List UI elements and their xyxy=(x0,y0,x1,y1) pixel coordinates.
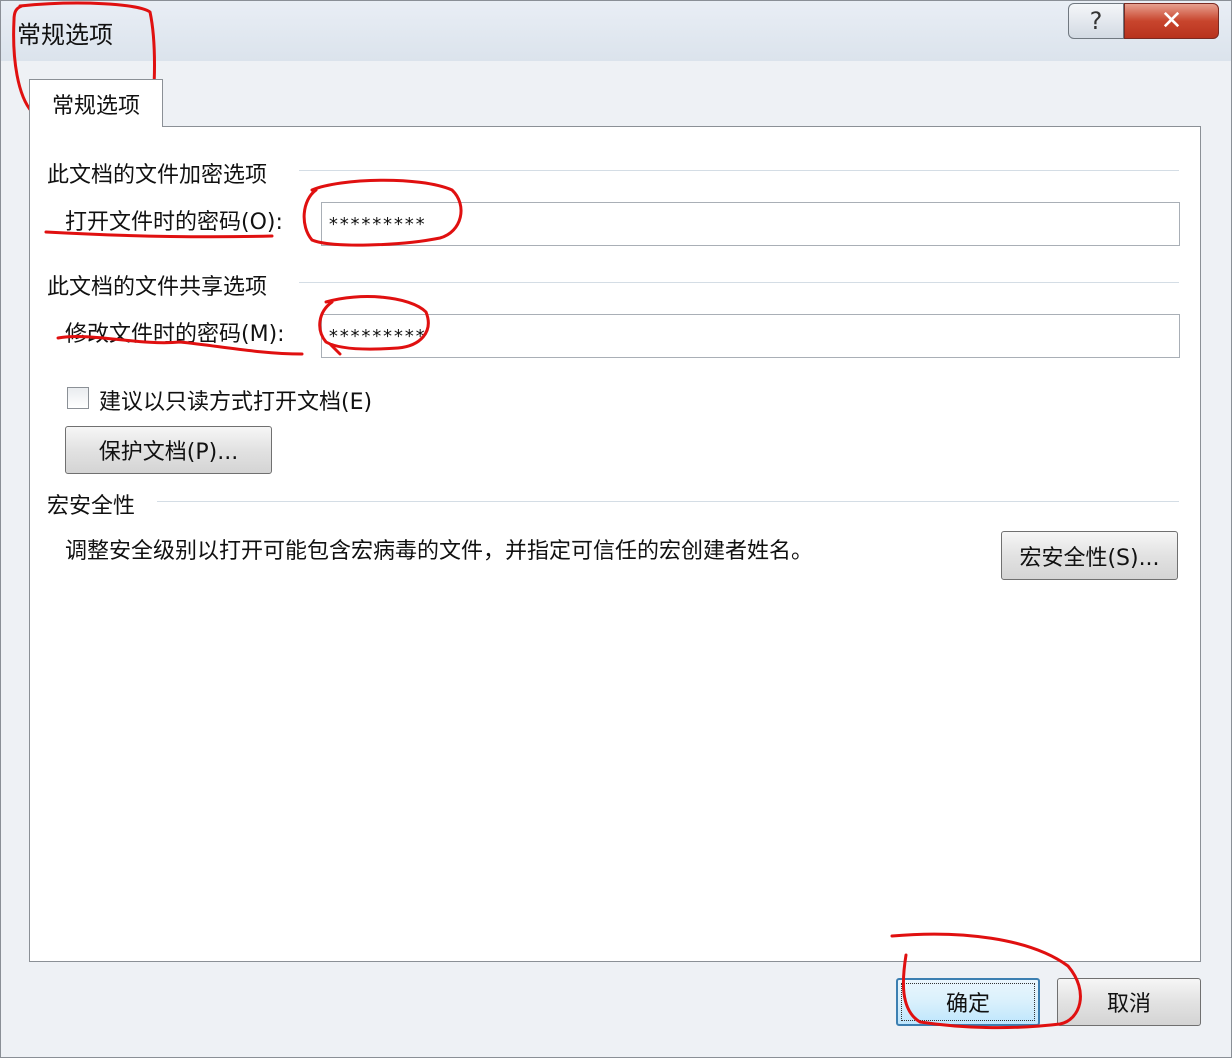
encryption-group-label: 此文档的文件加密选项 xyxy=(47,157,278,189)
modify-password-input[interactable] xyxy=(321,314,1180,358)
close-button[interactable]: ✕ xyxy=(1124,3,1219,39)
general-options-dialog: 常规选项 ? ✕ 常规选项 此文档的文件加密选项 打开文件时的密码(O): 此文… xyxy=(0,0,1232,1058)
dialog-title: 常规选项 xyxy=(17,21,113,49)
macro-security-button[interactable]: 宏安全性(S)... xyxy=(1001,531,1178,580)
macro-security-button-label: 宏安全性(S)... xyxy=(1019,545,1160,571)
open-password-input[interactable] xyxy=(321,202,1180,246)
close-icon: ✕ xyxy=(1160,6,1183,36)
sharing-group-divider xyxy=(299,282,1179,283)
help-icon: ? xyxy=(1089,7,1103,35)
ok-button[interactable]: 确定 xyxy=(896,978,1040,1026)
protect-document-button-label: 保护文档(P)... xyxy=(98,440,239,465)
modify-password-label: 修改文件时的密码(M): xyxy=(65,322,285,347)
macro-group-divider xyxy=(157,501,1179,502)
encryption-group-divider xyxy=(299,170,1179,171)
cancel-button[interactable]: 取消 xyxy=(1057,978,1201,1026)
sharing-group-label: 此文档的文件共享选项 xyxy=(47,269,278,301)
focus-rect xyxy=(901,983,1035,1021)
open-password-label: 打开文件时的密码(O): xyxy=(65,210,283,235)
tab-label: 常规选项 xyxy=(51,93,140,119)
readonly-checkbox-label[interactable]: 建议以只读方式打开文档(E) xyxy=(99,384,372,416)
help-button[interactable]: ? xyxy=(1068,3,1124,39)
macro-group-label: 宏安全性 xyxy=(47,488,146,520)
macro-description: 调整安全级别以打开可能包含宏病毒的文件，并指定可信任的宏创建者姓名。 xyxy=(65,539,814,564)
cancel-button-label: 取消 xyxy=(1106,992,1151,1017)
protect-document-button[interactable]: 保护文档(P)... xyxy=(65,426,272,474)
readonly-checkbox[interactable] xyxy=(67,387,89,409)
title-bar: 常规选项 ? ✕ xyxy=(1,1,1231,61)
tab-general-options[interactable]: 常规选项 xyxy=(29,79,163,127)
